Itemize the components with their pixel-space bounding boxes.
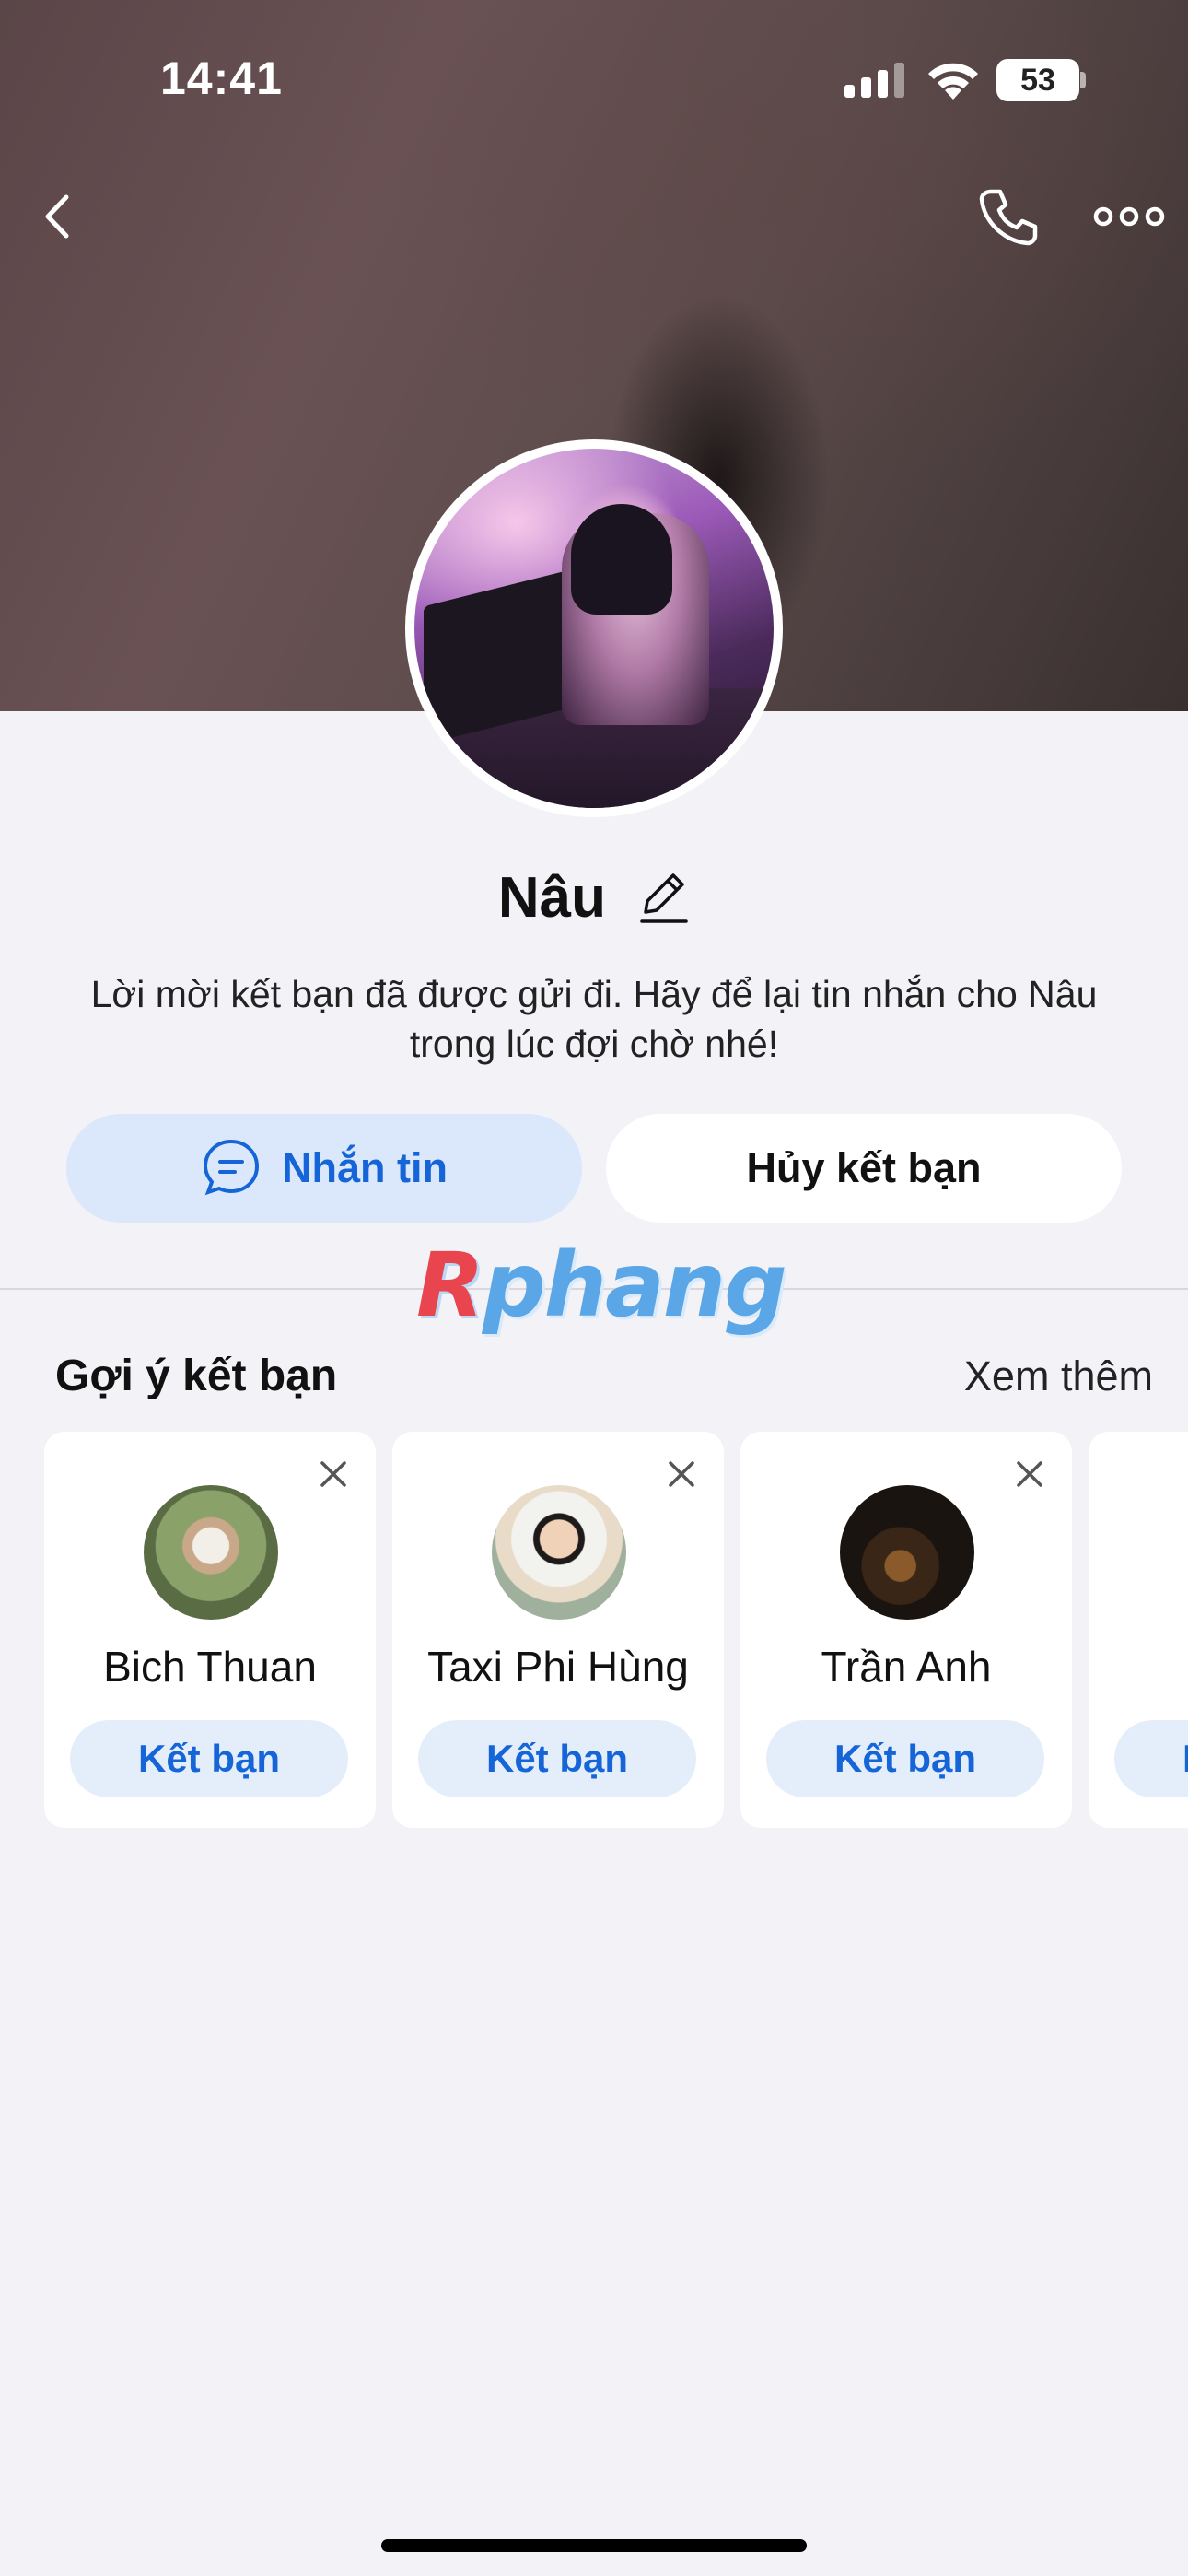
suggestion-avatar[interactable]: [492, 1485, 626, 1620]
cellular-signal-icon: [844, 63, 904, 98]
suggestion-card[interactable]: Kết bạn: [1089, 1432, 1188, 1828]
watermark-rest: phang: [482, 1234, 787, 1337]
see-more-link[interactable]: Xem thêm: [964, 1352, 1153, 1400]
suggestion-avatar[interactable]: [144, 1485, 278, 1620]
suggestions-carousel[interactable]: Bich Thuan Kết bạn Taxi Phi Hùng Kết bạn…: [44, 1432, 1188, 1830]
profile-name: Nâu: [497, 866, 606, 931]
suggestion-avatar[interactable]: [840, 1485, 974, 1620]
cancel-friend-request-button[interactable]: Hủy kết bạn: [606, 1114, 1122, 1223]
profile-avatar[interactable]: [405, 439, 783, 817]
add-friend-button[interactable]: Kết bạn: [418, 1720, 696, 1797]
more-icon[interactable]: [1092, 193, 1166, 240]
suggestion-card[interactable]: Trần Anh Kết bạn: [740, 1432, 1072, 1828]
suggestion-name: Bich Thuan: [103, 1643, 317, 1691]
close-icon[interactable]: [663, 1456, 700, 1493]
phone-icon[interactable]: [976, 184, 1041, 249]
watermark-logo: Rphang: [416, 1234, 787, 1337]
add-friend-button[interactable]: Kết bạn: [70, 1720, 348, 1797]
suggestion-name: Trần Anh: [821, 1643, 992, 1691]
watermark-first-letter: R: [416, 1234, 484, 1337]
wifi-icon: [928, 63, 978, 100]
suggestion-card[interactable]: Taxi Phi Hùng Kết bạn: [392, 1432, 724, 1828]
chat-bubble-icon: [203, 1140, 260, 1196]
suggestions-title: Gợi ý kết bạn: [55, 1352, 338, 1400]
suggestion-card[interactable]: Bich Thuan Kết bạn: [44, 1432, 376, 1828]
close-icon[interactable]: [1011, 1456, 1048, 1493]
avatar-hair-shape: [571, 504, 672, 615]
profile-name-row: Nâu: [0, 861, 1188, 931]
battery-nub: [1080, 72, 1086, 88]
home-indicator: [381, 2539, 807, 2552]
back-icon[interactable]: [33, 184, 88, 249]
battery-indicator: 53: [996, 59, 1079, 101]
friend-request-sent-message: Lời mời kết bạn đã được gửi đi. Hãy để l…: [90, 973, 1098, 1065]
message-button[interactable]: Nhắn tin: [66, 1114, 582, 1223]
status-bar: 14:41 53: [0, 0, 1188, 157]
status-time: 14:41: [160, 53, 283, 104]
suggestion-name: Taxi Phi Hùng: [427, 1643, 689, 1691]
edit-pencil-icon[interactable]: [638, 870, 690, 927]
close-icon[interactable]: [315, 1456, 352, 1493]
message-button-label: Nhắn tin: [282, 1144, 448, 1191]
add-friend-button[interactable]: Kết bạn: [766, 1720, 1044, 1797]
add-friend-button[interactable]: Kết bạn: [1114, 1720, 1188, 1797]
